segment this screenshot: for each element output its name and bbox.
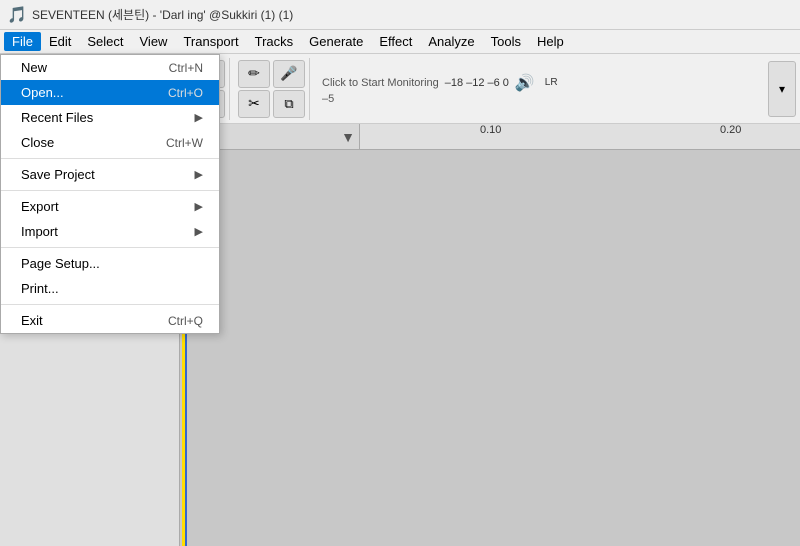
- volume-icon[interactable]: 🔊: [515, 73, 535, 93]
- separator-2: [1, 190, 219, 191]
- menu-generate[interactable]: Generate: [301, 32, 371, 51]
- menu-save-project[interactable]: Save Project ▶: [1, 162, 219, 187]
- monitor-section: Click to Start Monitoring –18 –12 –6 0 🔊…: [314, 73, 760, 105]
- ruler-mark-020: 0.20: [720, 124, 741, 136]
- menu-print[interactable]: Print...: [1, 276, 219, 301]
- title-text: SEVENTEEN (세븐틴) - 'Darl ing' @Sukkiri (1…: [32, 6, 293, 23]
- menu-tools[interactable]: Tools: [483, 32, 529, 51]
- ruler-area: 0.10 0.20: [360, 124, 800, 149]
- menu-bar: File Edit Select View Transport Tracks G…: [0, 30, 800, 54]
- menu-exit[interactable]: Exit Ctrl+Q: [1, 308, 219, 333]
- ruler-mark-010: 0.10: [480, 124, 501, 136]
- menu-tracks[interactable]: Tracks: [247, 32, 302, 51]
- scissors-button[interactable]: ✂: [238, 90, 270, 118]
- menu-open[interactable]: Open... Ctrl+O: [1, 80, 219, 105]
- menu-recent-files[interactable]: Recent Files ▶: [1, 105, 219, 130]
- menu-edit[interactable]: Edit: [41, 32, 79, 51]
- menu-export[interactable]: Export ▶: [1, 194, 219, 219]
- menu-close[interactable]: Close Ctrl+W: [1, 130, 219, 155]
- track-waveform-area: [180, 150, 800, 546]
- menu-file[interactable]: File: [4, 32, 41, 51]
- copy-button[interactable]: ⧉: [273, 90, 305, 118]
- monitor-label: Click to Start Monitoring: [322, 77, 439, 89]
- menu-select[interactable]: Select: [79, 32, 131, 51]
- mic-button[interactable]: 🎤: [273, 60, 305, 88]
- menu-analyze[interactable]: Analyze: [420, 32, 482, 51]
- menu-effect[interactable]: Effect: [371, 32, 420, 51]
- file-dropdown: New Ctrl+N Open... Ctrl+O Recent Files ▶…: [0, 54, 220, 334]
- menu-help[interactable]: Help: [529, 32, 572, 51]
- separator-1: [1, 158, 219, 159]
- pencil-tool-button[interactable]: ✏: [238, 60, 270, 88]
- menu-view[interactable]: View: [132, 32, 176, 51]
- separator-3: [1, 247, 219, 248]
- side-panel-button[interactable]: ▾: [768, 61, 796, 117]
- menu-transport[interactable]: Transport: [175, 32, 246, 51]
- title-bar: 🎵 SEVENTEEN (세븐틴) - 'Darl ing' @Sukkiri …: [0, 0, 800, 30]
- dropdown-arrow-icon[interactable]: ▼: [341, 129, 355, 145]
- app-icon: 🎵: [8, 6, 26, 24]
- menu-page-setup[interactable]: Page Setup...: [1, 251, 219, 276]
- menu-new[interactable]: New Ctrl+N: [1, 55, 219, 80]
- tool-section-2: ✏ 🎤 ✂ ⧉: [234, 58, 310, 120]
- lr-indicator: L R: [545, 77, 558, 88]
- separator-4: [1, 304, 219, 305]
- menu-import[interactable]: Import ▶: [1, 219, 219, 244]
